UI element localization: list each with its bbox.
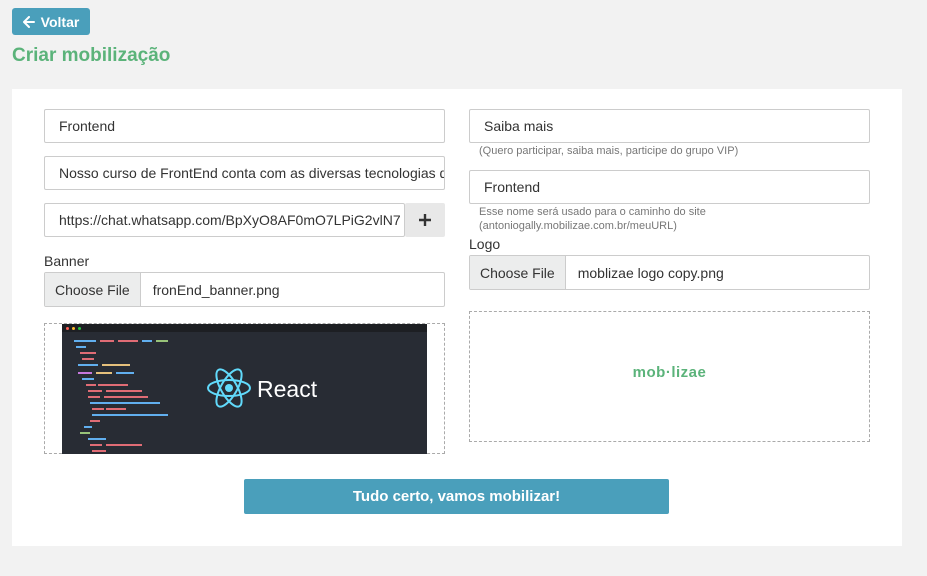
back-button-label: Voltar [40, 13, 80, 30]
form-card: Frontend Nosso curso de FrontEnd conta c… [12, 89, 902, 546]
logo-choose-file-button[interactable]: Choose File [470, 256, 566, 289]
cta-help: (Quero participar, saiba mais, participe… [479, 145, 739, 157]
banner-label: Banner [44, 253, 90, 269]
react-label: React [257, 376, 318, 402]
plus-icon [419, 214, 431, 226]
banner-preview: React [44, 323, 445, 454]
name-input[interactable]: Frontend [44, 109, 445, 143]
back-button[interactable]: Voltar [12, 8, 90, 35]
page-title: Criar mobilização [12, 45, 171, 66]
react-logo-icon [207, 368, 251, 408]
logo-file-name: moblizae logo copy.png [577, 264, 724, 281]
arrow-left-icon [22, 15, 35, 28]
banner-file-name: fronEnd_banner.png [152, 281, 280, 298]
logo-label: Logo [469, 236, 501, 252]
whatsapp-link-input[interactable]: https://chat.whatsapp.com/BpXyO8AF0mO7LP… [44, 203, 405, 237]
add-link-button[interactable] [405, 203, 445, 237]
banner-file-input[interactable]: Choose File fronEnd_banner.png [44, 272, 445, 307]
slug-help-line2: (antoniogally.mobilizae.com.br/meuURL) [479, 220, 677, 232]
submit-button[interactable]: Tudo certo, vamos mobilizar! [244, 479, 669, 514]
mobilizae-logo: mob·lizae [632, 364, 707, 381]
logo-file-input[interactable]: Choose File moblizae logo copy.png [469, 255, 870, 290]
description-input[interactable]: Nosso curso de FrontEnd conta com as div… [44, 156, 445, 190]
cta-input[interactable]: Saiba mais [469, 109, 870, 143]
slug-input[interactable]: Frontend [469, 170, 870, 204]
banner-choose-file-button[interactable]: Choose File [45, 273, 141, 306]
logo-preview: mob·lizae [469, 311, 870, 442]
slug-help-line1: Esse nome será usado para o caminho do s… [479, 206, 706, 218]
banner-image: React [62, 324, 427, 454]
